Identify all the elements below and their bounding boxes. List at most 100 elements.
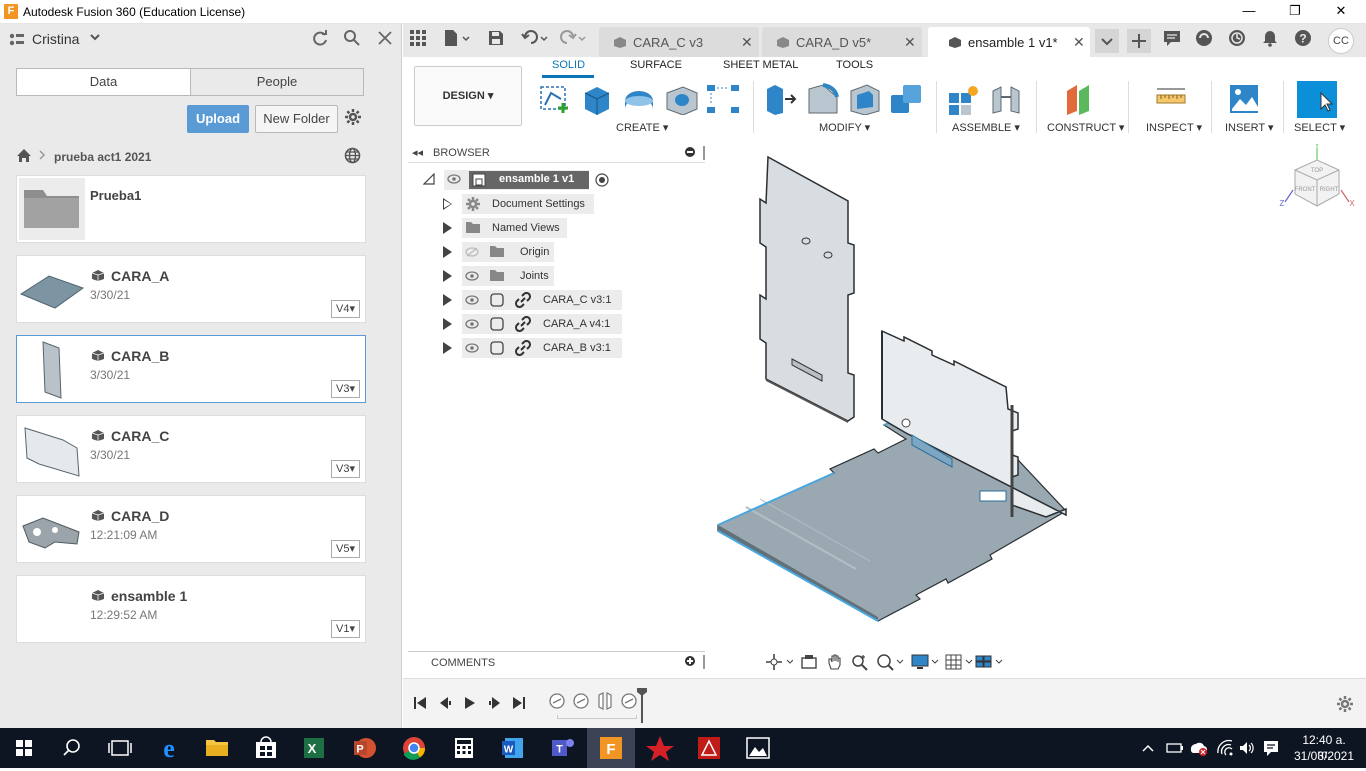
autodesk-sync-icon[interactable] [1188,738,1208,761]
refresh-icon[interactable] [311,29,329,52]
design-card-cara-b[interactable]: CARA_B 3/30/21 V3▾ [16,335,366,403]
tab-sheet-metal[interactable]: SHEET METAL [723,59,798,71]
task-view-icon[interactable] [96,728,144,768]
expand-triangle-icon[interactable] [443,318,452,330]
search-icon[interactable] [343,29,361,52]
workspace-switcher[interactable]: DESIGN ▾ [414,66,522,126]
tree-row-origin[interactable]: Origin [417,240,707,264]
upload-button[interactable]: Upload [187,105,249,133]
go-to-end-icon[interactable] [512,696,526,713]
step-forward-icon[interactable] [488,696,502,713]
version-dropdown[interactable]: V5▾ [331,540,360,558]
design-card-ensamble-1[interactable]: ensamble 1 12:29:52 AM V1▾ [16,575,366,643]
language-notification-icon[interactable] [1263,739,1279,760]
file-menu-icon[interactable] [443,29,471,52]
home-icon[interactable] [16,148,32,168]
extrude-icon[interactable] [579,83,615,115]
eye-icon[interactable] [465,295,479,308]
team-grid-icon[interactable] [9,33,25,50]
select-tool-button[interactable] [1297,81,1337,118]
activate-radio-icon[interactable] [595,173,609,190]
tab-close-icon[interactable]: ✕ [904,34,916,51]
display-settings-icon[interactable] [911,653,941,674]
acrobat-icon[interactable] [685,728,733,768]
select-menu[interactable]: SELECT ▾ [1294,121,1345,134]
save-icon[interactable] [487,29,505,52]
canvas-viewport[interactable] [706,143,1366,699]
zoom-icon[interactable] [851,653,869,674]
volume-icon[interactable] [1238,739,1256,760]
design-card-cara-c[interactable]: CARA_C 3/30/21 V3▾ [16,415,366,483]
wifi-icon[interactable] [1216,739,1234,760]
tab-close-icon[interactable]: ✕ [741,34,753,51]
view-cube[interactable]: TOP FRONT RIGHT Y Z X [1279,141,1357,224]
joint-icon[interactable] [989,83,1025,115]
doc-tab-ensamble-1[interactable]: ensamble 1 v1* ✕ [928,27,1090,57]
expand-triangle-icon[interactable] [443,222,452,234]
notifications-bell-icon[interactable] [1261,29,1279,52]
help-icon[interactable]: ? [1294,29,1312,52]
expand-triangle-icon[interactable] [443,246,452,258]
create-menu[interactable]: CREATE ▾ [616,121,668,134]
combine-icon[interactable] [889,83,925,115]
avatar[interactable]: CC [1328,28,1354,54]
close-window-button[interactable]: ✕ [1318,0,1364,24]
version-dropdown[interactable]: V1▾ [331,620,360,638]
collapse-browser-icon[interactable]: ◂◂ [412,146,423,159]
panel-grip-icon[interactable] [703,655,705,669]
microsoft-store-icon[interactable] [242,728,290,768]
tab-close-icon[interactable]: ✕ [1073,34,1085,51]
version-dropdown[interactable]: V3▾ [331,460,360,478]
hole-icon[interactable] [663,83,699,116]
step-back-icon[interactable] [438,696,452,713]
undo-icon[interactable] [521,29,549,52]
new-tab-plus-icon[interactable] [1127,29,1151,53]
viewports-icon[interactable] [975,653,1005,674]
gear-icon[interactable] [344,108,362,132]
add-comment-icon[interactable] [685,656,695,666]
cara-b-panel[interactable] [759,155,855,423]
pattern-icon[interactable] [705,83,741,115]
expand-triangle-icon[interactable] [443,198,452,210]
create-sketch-icon[interactable] [537,83,573,115]
chevron-down-icon[interactable] [88,30,102,47]
cara-a-base-plate[interactable] [717,410,1067,622]
orbit-icon[interactable] [765,653,794,674]
word-icon[interactable]: W [489,728,537,768]
offset-plane-icon[interactable] [1063,83,1099,115]
tree-row-joints[interactable]: Joints [417,264,707,288]
file-explorer-icon[interactable] [193,728,241,768]
fusion-360-taskbar-icon[interactable]: F [587,728,635,768]
eye-icon[interactable] [465,271,479,284]
chrome-icon[interactable] [390,728,438,768]
timeline-settings-gear-icon[interactable] [1336,695,1354,716]
inspect-menu[interactable]: INSPECT ▾ [1146,121,1202,134]
tab-overflow-chevron-icon[interactable] [1095,29,1119,53]
calculator-icon[interactable] [440,728,488,768]
grid-settings-icon[interactable] [945,653,975,674]
teams-icon[interactable]: T [538,728,586,768]
design-card-cara-d[interactable]: CARA_D 12:21:09 AM V5▾ [16,495,366,563]
tree-row-cara-a[interactable]: CARA_A v4:1 [417,312,707,336]
version-dropdown[interactable]: V3▾ [331,380,360,398]
team-name[interactable]: Cristina [32,31,79,47]
assemble-menu[interactable]: ASSEMBLE ▾ [952,121,1020,134]
revolve-icon[interactable] [621,83,657,115]
eye-icon[interactable] [447,174,461,187]
redo-icon[interactable] [559,29,587,52]
doc-tab-cara-c[interactable]: CARA_C v3 ✕ [599,27,759,57]
show-hidden-icons-icon[interactable] [1140,740,1156,759]
comment-icon[interactable] [1163,29,1181,52]
app-grid-icon[interactable] [409,29,427,52]
press-pull-icon[interactable] [763,83,799,115]
measure-icon[interactable] [1153,83,1189,115]
globe-icon[interactable] [344,147,361,169]
minimize-button[interactable]: — [1226,0,1272,24]
insert-menu[interactable]: INSERT ▾ [1225,121,1274,134]
breadcrumb-project[interactable]: prueba act1 2021 [54,150,151,164]
shell-icon[interactable] [847,83,883,116]
excel-icon[interactable]: X [290,728,338,768]
taskbar-clock-date[interactable]: 31/03/2021 [1292,749,1356,763]
expanded-triangle-icon[interactable] [422,172,435,188]
pan-hand-icon[interactable] [826,653,844,674]
